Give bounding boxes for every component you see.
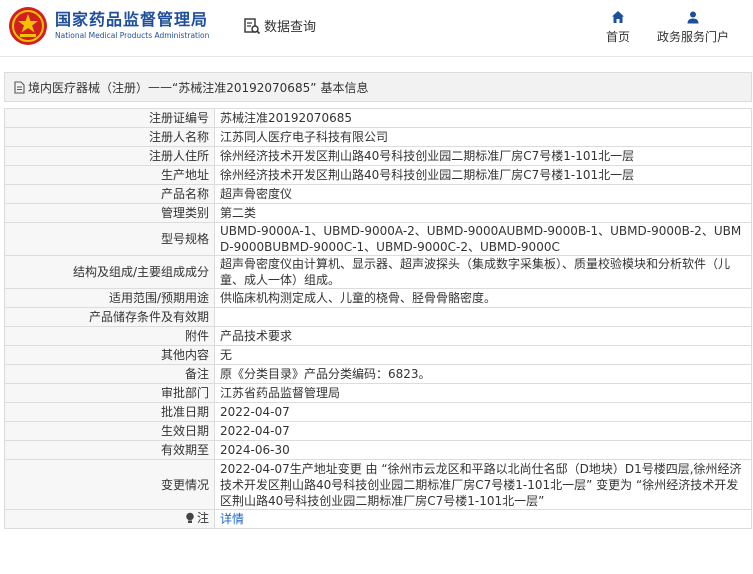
home-icon	[612, 11, 624, 23]
table-row-note: 注 详情	[4, 509, 752, 529]
row-value: 原《分类目录》产品分类编码：6823。	[214, 364, 752, 384]
row-label: 批准日期	[4, 402, 215, 422]
row-label: 注册证编号	[4, 108, 215, 128]
row-label: 生产地址	[4, 165, 215, 185]
user-icon	[687, 11, 699, 24]
title-suffix: 基本信息	[320, 80, 369, 95]
table-row: 其他内容无	[4, 345, 752, 365]
page-title: 境内医疗器械（注册） —— “苏械注准20192070685” 基本信息	[4, 72, 752, 102]
data-query-label: 数据查询	[264, 20, 317, 35]
row-value: 2022-04-07	[214, 402, 752, 422]
title-separator: ——	[148, 80, 173, 94]
row-label: 有效期至	[4, 440, 215, 460]
table-row: 变更情况 2022-04-07生产地址变更 由 “徐州市云龙区和平路以北尚仕名邸（…	[4, 459, 752, 510]
logo-title-cn: 国家药品监督管理局	[55, 10, 209, 29]
site-logo[interactable]: 国家药品监督管理局 National Medical Products Admi…	[8, 6, 209, 46]
table-row: 注册证编号 苏械注准20192070685	[4, 108, 752, 128]
table-row: 附件 产品技术要求	[4, 326, 752, 346]
table-row: 产品储存条件及有效期	[4, 307, 752, 327]
row-value: 第二类	[214, 203, 752, 223]
row-value: 产品技术要求	[214, 326, 752, 346]
row-value: 苏械注准20192070685	[214, 108, 752, 128]
table-row: 适用范围/预期用途 供临床机构测定成人、儿童的桡骨、胫骨骨骼密度。	[4, 288, 752, 308]
lightbulb-icon	[186, 512, 194, 523]
table-row: 注册人住所 徐州经济技术开发区荆山路40号科技创业园二期标准厂房C7号楼1-101…	[4, 146, 752, 166]
data-query-link[interactable]: 数据查询	[243, 16, 316, 35]
row-label: 管理类别	[4, 203, 215, 223]
note-label: 注	[196, 511, 209, 525]
site-header: 国家药品监督管理局 National Medical Products Admi…	[0, 0, 753, 57]
table-row: 结构及组成/主要组成成分 超声骨密度仪由计算机、显示器、超声波探头（集成数字采集板…	[4, 255, 752, 289]
national-emblem-icon	[9, 7, 47, 45]
row-label: 备注	[4, 364, 215, 384]
nav-home[interactable]: 首页	[604, 10, 632, 45]
magnifier-doc-icon	[244, 17, 261, 34]
table-row: 审批部门 江苏省药品监督管理局	[4, 383, 752, 403]
table-row: 产品名称 超声骨密度仪	[4, 184, 752, 204]
row-label: 型号规格	[4, 222, 215, 256]
table-row: 注册人名称 江苏同人医疗电子科技有限公司	[4, 127, 752, 147]
detail-panel: 境内医疗器械（注册） —— “苏械注准20192070685” 基本信息 注册证…	[4, 72, 752, 529]
nav-service-portal[interactable]: 政务服务门户	[655, 10, 731, 45]
row-label: 变更情况	[4, 459, 215, 510]
row-value	[214, 307, 752, 327]
table-row: 生产地址 徐州经济技术开发区荆山路40号科技创业园二期标准厂房C7号楼1-101北…	[4, 165, 752, 185]
detail-link[interactable]: 详情	[220, 512, 244, 526]
note-label-cell: 注	[4, 509, 215, 529]
row-label: 附件	[4, 326, 215, 346]
row-value: 超声骨密度仪由计算机、显示器、超声波探头（集成数字采集板）、质量校验模块和分析软…	[214, 255, 752, 289]
title-prefix: 境内医疗器械（注册）	[28, 80, 149, 95]
row-value: 徐州经济技术开发区荆山路40号科技创业园二期标准厂房C7号楼1-101北一层	[214, 146, 752, 166]
row-value: 2022-04-07	[214, 421, 752, 441]
row-value: 江苏同人医疗电子科技有限公司	[214, 127, 752, 147]
row-label: 其他内容	[4, 345, 215, 365]
table-row: 管理类别 第二类	[4, 203, 752, 223]
title-main: “苏械注准20192070685”	[172, 80, 317, 95]
row-label: 审批部门	[4, 383, 215, 403]
table-row: 备注 原《分类目录》产品分类编码：6823。	[4, 364, 752, 384]
row-label: 结构及组成/主要组成成分	[4, 255, 215, 289]
detail-table: 注册证编号 苏械注准20192070685 注册人名称 江苏同人医疗电子科技有限公司…	[4, 108, 752, 529]
row-value: 2024-06-30	[214, 440, 752, 460]
table-row: 生效日期 2022-04-07	[4, 421, 752, 441]
row-label: 产品储存条件及有效期	[4, 307, 215, 327]
row-value: 超声骨密度仪	[214, 184, 752, 204]
row-value: 无	[214, 345, 752, 365]
table-row: 批准日期 2022-04-07	[4, 402, 752, 422]
document-icon	[14, 80, 25, 94]
row-label: 产品名称	[4, 184, 215, 204]
row-label: 适用范围/预期用途	[4, 288, 215, 308]
nav-home-label: 首页	[605, 30, 630, 44]
row-value: 江苏省药品监督管理局	[214, 383, 752, 403]
row-value: 2022-04-07生产地址变更 由 “徐州市云龙区和平路以北尚仕名邸（D地块）…	[214, 459, 752, 510]
logo-title-en: National Medical Products Administration	[55, 31, 210, 40]
table-row: 型号规格 UBMD-9000A-1、UBMD-9000A-2、UBMD-9000A…	[4, 222, 752, 256]
row-value: 徐州经济技术开发区荆山路40号科技创业园二期标准厂房C7号楼1-101北一层	[214, 165, 752, 185]
table-row: 有效期至 2024-06-30	[4, 440, 752, 460]
row-label: 注册人住所	[4, 146, 215, 166]
row-value: 供临床机构测定成人、儿童的桡骨、胫骨骨骼密度。	[214, 288, 752, 308]
row-label: 生效日期	[4, 421, 215, 441]
row-value: UBMD-9000A-1、UBMD-9000A-2、UBMD-9000AUBMD…	[214, 222, 752, 256]
row-label: 注册人名称	[4, 127, 215, 147]
nav-service-label: 政务服务门户	[656, 30, 729, 44]
